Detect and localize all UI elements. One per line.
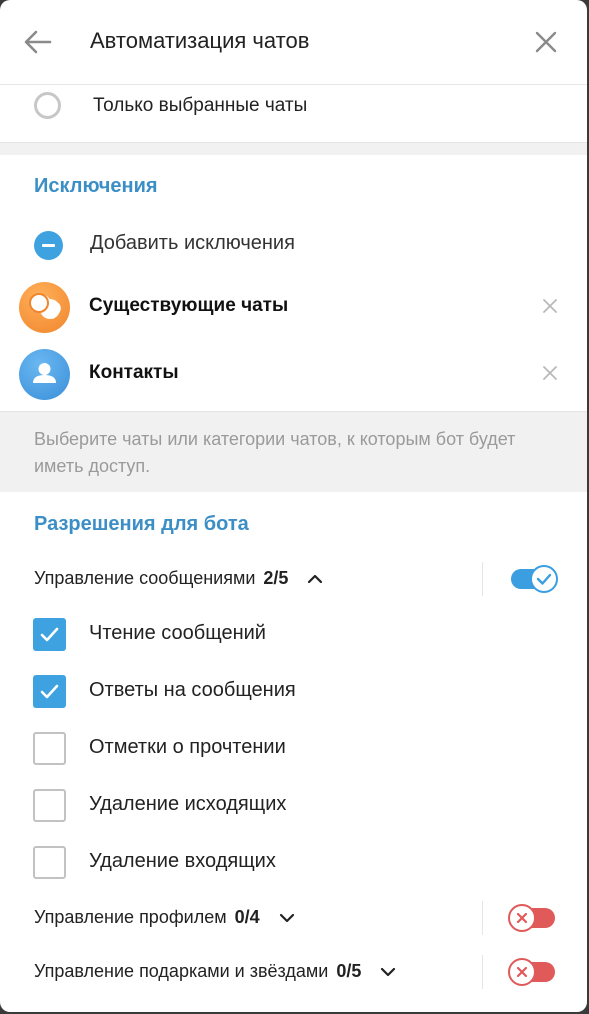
permission-group-count: 0/4 [234,907,260,927]
profile-permission-toggle[interactable] [508,904,555,932]
checkbox[interactable] [33,618,66,651]
chats-icon [19,282,70,333]
section-divider [0,142,587,155]
back-button[interactable] [22,28,54,56]
exception-label: Контакты [89,362,179,383]
permission-delete-outgoing[interactable]: Удаление исходящих [0,780,587,830]
permission-group-label: Управление сообщениями [34,568,256,588]
permission-group-count: 0/5 [336,961,362,981]
close-icon [543,366,557,380]
x-icon [516,966,528,978]
exceptions-note: Выберите чаты или категории чатов, к кот… [0,411,587,492]
messages-permission-toggle[interactable] [511,565,558,593]
permissions-section-title: Разрешения для бота [34,513,249,535]
check-icon [536,573,552,585]
checkbox-label: Удаление входящих [89,850,276,872]
toggle-knob [530,565,558,593]
permission-read-messages[interactable]: Чтение сообщений [0,609,587,659]
permission-group-profile[interactable]: Управление профилем 0/4 [0,895,587,941]
permission-read-receipts[interactable]: Отметки о прочтении [0,723,587,773]
divider [482,955,483,989]
exception-item-existing-chats: Существующие чаты [0,277,587,337]
close-button[interactable] [532,28,560,56]
bot-chat-automation-dialog: Автоматизация чатов Только выбранные чат… [0,0,587,1012]
permission-delete-incoming[interactable]: Удаление входящих [0,837,587,887]
checkbox-label: Отметки о прочтении [89,736,286,758]
chevron-down-icon[interactable] [279,913,295,923]
checkbox-label: Чтение сообщений [89,622,266,644]
checkbox[interactable] [33,846,66,879]
minus-circle-icon [34,231,63,260]
radio-label: Только выбранные чаты [93,95,308,116]
permission-reply-messages[interactable]: Ответы на сообщения [0,666,587,716]
permission-group-count: 2/5 [263,568,289,588]
radio-selected-chats-only[interactable]: Только выбранные чаты [0,84,587,142]
checkbox-label: Удаление исходящих [89,793,287,815]
check-icon [40,684,59,699]
permission-group-messages[interactable]: Управление сообщениями 2/5 [0,556,587,602]
add-exceptions-button[interactable]: Добавить исключения [0,222,587,266]
toggle-knob [508,904,536,932]
permission-group-gifts-stars[interactable]: Управление подарками и звёздами 0/5 [0,949,587,995]
dialog-header: Автоматизация чатов [0,0,587,85]
permission-group-label: Управление подарками и звёздами [34,961,329,981]
divider [482,901,483,935]
checkbox[interactable] [33,732,66,765]
close-icon [543,299,557,313]
x-icon [516,912,528,924]
divider [482,562,483,596]
close-icon [535,31,557,53]
remove-exception-button[interactable] [541,297,559,315]
radio-button[interactable] [34,92,61,119]
check-icon [40,627,59,642]
chevron-down-icon[interactable] [380,967,396,977]
chevron-up-icon[interactable] [307,574,323,584]
toggle-knob [508,958,536,986]
permission-group-label: Управление профилем [34,907,227,927]
gifts-stars-permission-toggle[interactable] [508,958,555,986]
dialog-title: Автоматизация чатов [90,28,310,53]
exception-item-contacts: Контакты [0,344,587,404]
exception-label: Существующие чаты [89,295,289,316]
checkbox[interactable] [33,675,66,708]
exceptions-section-title: Исключения [34,175,158,197]
remove-exception-button[interactable] [541,364,559,382]
checkbox[interactable] [33,789,66,822]
arrow-left-icon [24,30,52,54]
exceptions-note-text: Выберите чаты или категории чатов, к кот… [34,429,516,476]
user-icon [19,349,70,400]
add-exceptions-label: Добавить исключения [90,232,295,254]
checkbox-label: Ответы на сообщения [89,679,296,701]
